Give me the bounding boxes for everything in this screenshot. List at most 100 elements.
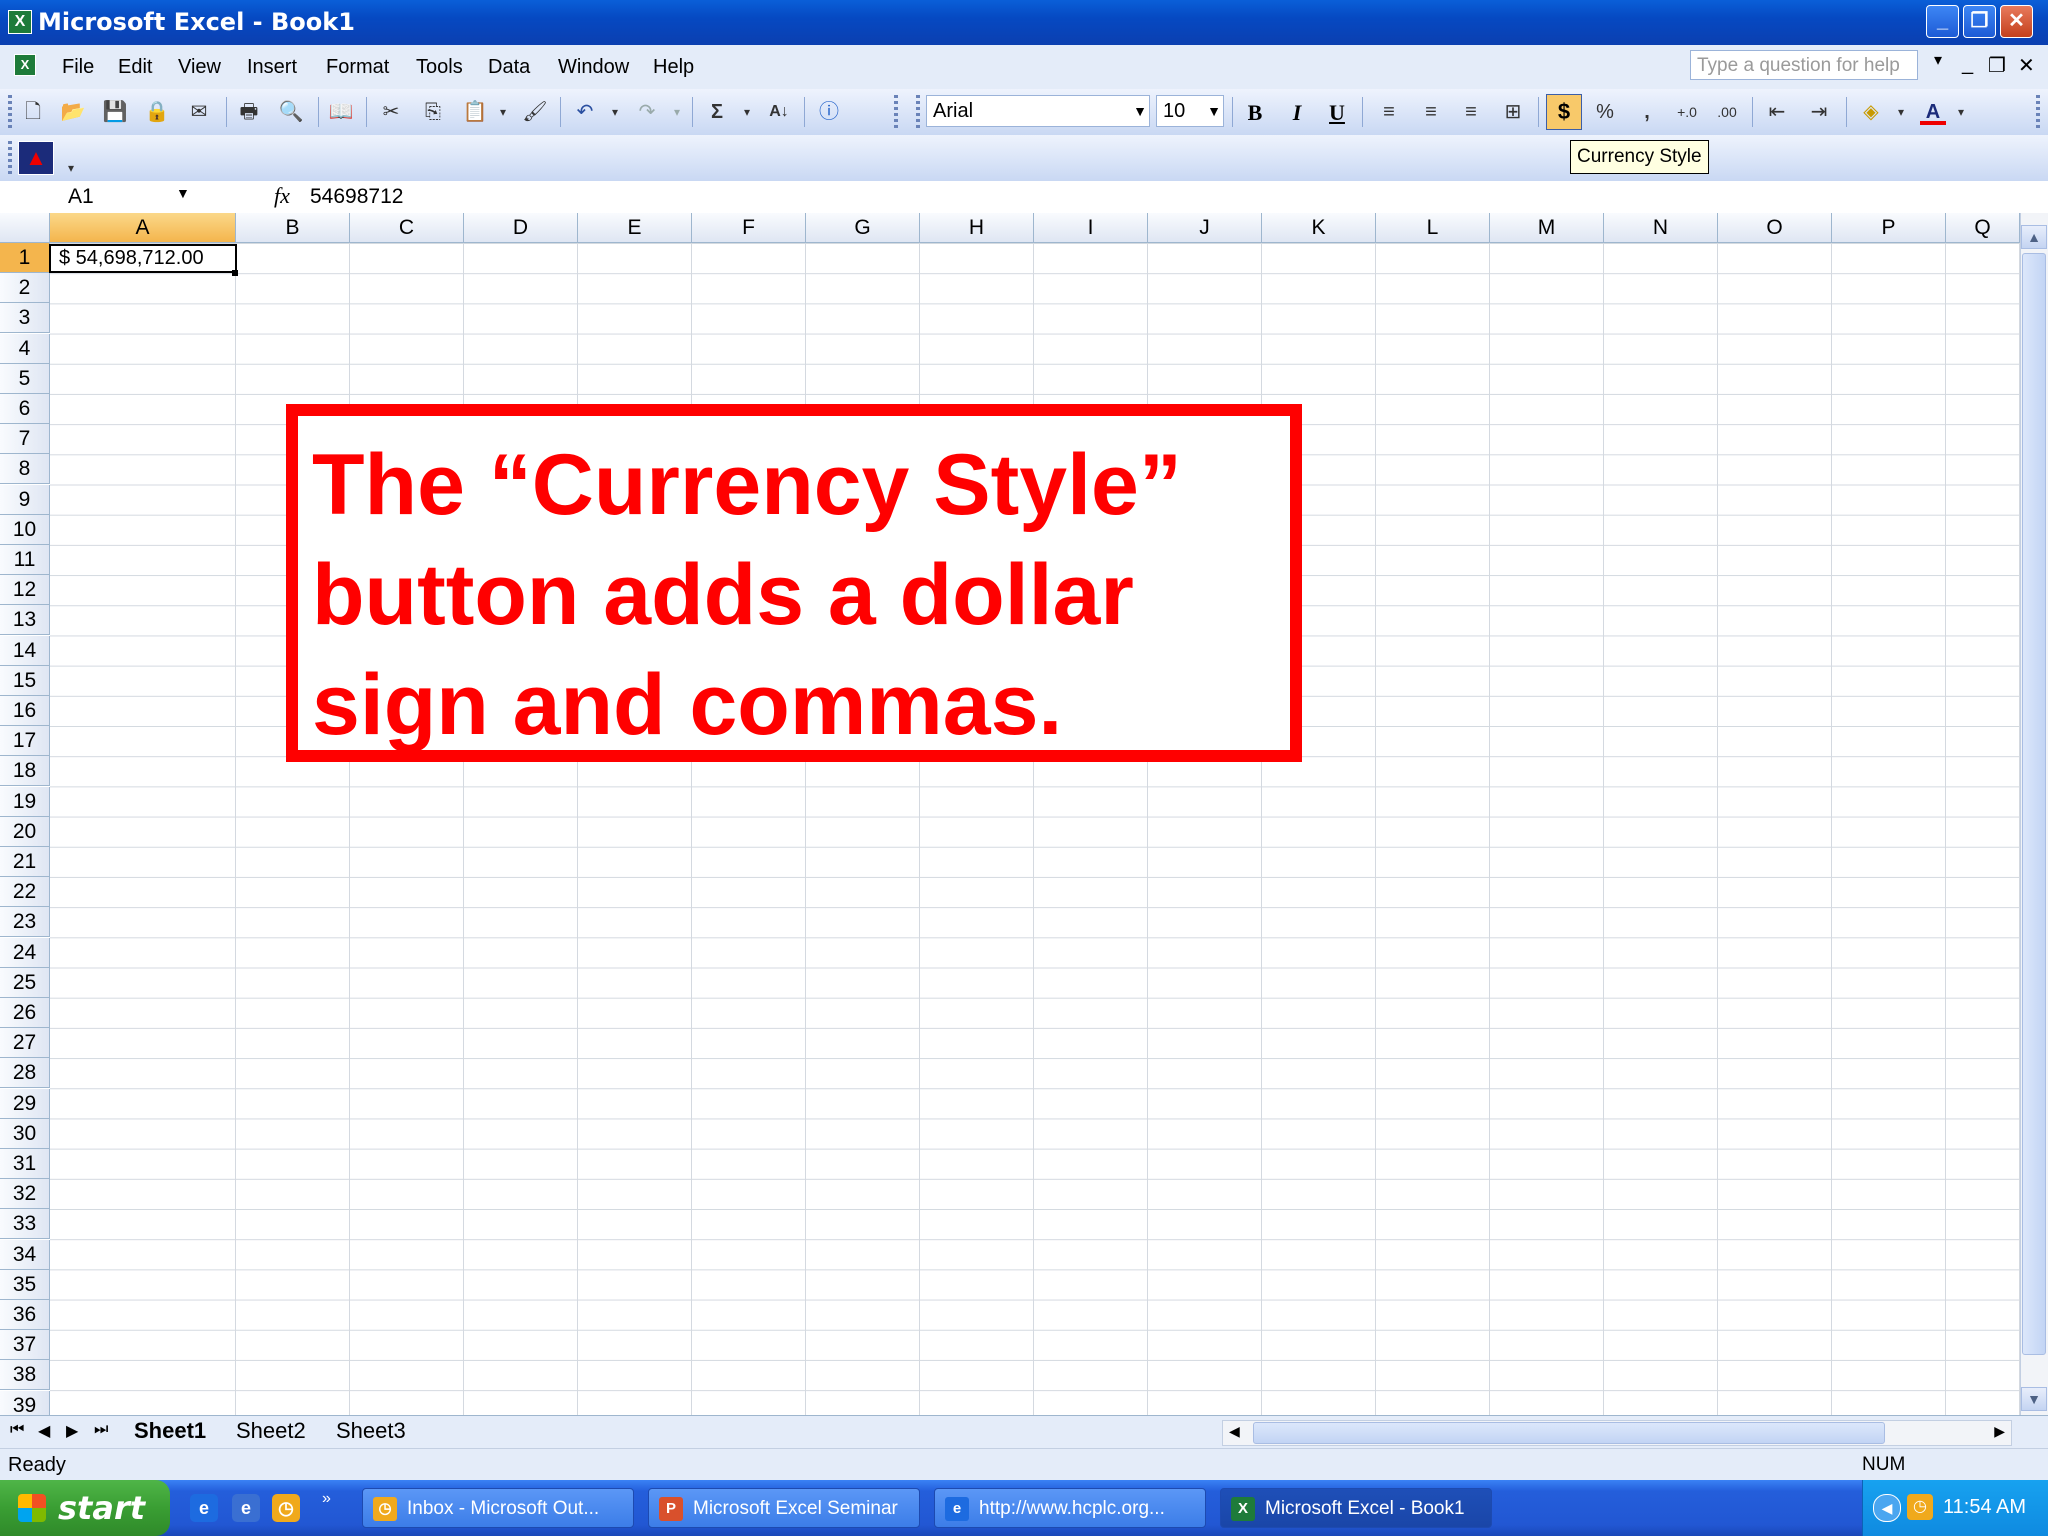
scroll-down-icon[interactable]: ▼ (2021, 1387, 2047, 1411)
row-header[interactable]: 9 (0, 484, 50, 515)
minimize-button[interactable]: _ (1926, 5, 1959, 38)
row-header[interactable]: 22 (0, 877, 50, 908)
next-sheet-icon[interactable]: ▶ (66, 1421, 78, 1441)
internet-explorer-icon[interactable]: e (190, 1494, 218, 1522)
excel-icon[interactable]: X (8, 10, 32, 34)
row-header[interactable]: 8 (0, 454, 50, 485)
menu-data[interactable]: Data (488, 56, 530, 79)
undo-dropdown-icon[interactable]: ▾ (602, 99, 628, 125)
increase-decimal-icon[interactable]: +.0 (1674, 99, 1700, 125)
row-header[interactable]: 11 (0, 545, 50, 575)
paste-icon[interactable]: 📋 (462, 99, 488, 125)
toolbar-options-icon[interactable] (2036, 95, 2040, 129)
autosum-dropdown-icon[interactable]: ▾ (734, 99, 760, 125)
row-header[interactable]: 12 (0, 575, 50, 606)
row-header[interactable]: 30 (0, 1118, 50, 1149)
new-icon[interactable]: 🗋 (20, 99, 46, 125)
name-box[interactable]: A1 (4, 183, 194, 211)
column-header[interactable]: M (1490, 213, 1604, 243)
row-header[interactable]: 26 (0, 998, 50, 1028)
menu-file[interactable]: File (62, 56, 94, 79)
menu-help[interactable]: Help (653, 56, 694, 79)
column-header[interactable]: A (50, 213, 236, 243)
column-header[interactable]: I (1034, 213, 1148, 243)
tab-sheet1[interactable]: Sheet1 (134, 1418, 206, 1444)
column-header[interactable]: L (1376, 213, 1490, 243)
column-header[interactable]: D (464, 213, 578, 243)
fill-color-dropdown-icon[interactable]: ▾ (1888, 99, 1914, 125)
browser-icon[interactable]: e (232, 1494, 260, 1522)
row-header[interactable]: 34 (0, 1239, 50, 1270)
column-header[interactable]: C (350, 213, 464, 243)
bold-button[interactable]: B (1240, 99, 1270, 127)
row-header[interactable]: 20 (0, 816, 50, 847)
format-painter-icon[interactable]: 🖌 (522, 99, 548, 125)
row-header[interactable]: 16 (0, 696, 50, 726)
row-header[interactable]: 37 (0, 1330, 50, 1361)
task-excel-seminar[interactable]: P Microsoft Excel Seminar (648, 1488, 920, 1528)
row-header[interactable]: 18 (0, 756, 50, 787)
column-header[interactable]: N (1604, 213, 1718, 243)
row-header[interactable]: 27 (0, 1028, 50, 1059)
help-icon[interactable]: ⓘ (816, 99, 842, 125)
scroll-up-icon[interactable]: ▲ (2021, 225, 2047, 249)
font-size-select[interactable]: 10 ▼ (1156, 95, 1224, 127)
task-excel-book1[interactable]: X Microsoft Excel - Book1 (1220, 1488, 1492, 1528)
font-name-select[interactable]: Arial ▼ (926, 95, 1150, 127)
name-box-dropdown-icon[interactable]: ▼ (176, 185, 190, 201)
reminder-icon[interactable]: ◷ (1907, 1494, 1933, 1520)
percent-style-button[interactable]: % (1592, 99, 1618, 125)
undo-icon[interactable]: ↶ (572, 99, 598, 125)
row-header[interactable]: 6 (0, 394, 50, 424)
row-header[interactable]: 7 (0, 424, 50, 455)
select-all-corner[interactable] (0, 213, 50, 243)
decrease-indent-icon[interactable]: ⇤ (1764, 99, 1790, 125)
workbook-restore-icon[interactable]: ❐ (1988, 53, 2006, 78)
row-header[interactable]: 17 (0, 726, 50, 757)
workbook-close-icon[interactable]: ✕ (2018, 53, 2035, 78)
menu-window[interactable]: Window (558, 56, 629, 79)
increase-indent-icon[interactable]: ⇥ (1806, 99, 1832, 125)
row-header[interactable]: 28 (0, 1058, 50, 1089)
research-icon[interactable]: 📖 (328, 99, 354, 125)
row-header[interactable]: 21 (0, 847, 50, 877)
workbook-minimize-icon[interactable]: _ (1962, 53, 1973, 76)
menu-format[interactable]: Format (326, 56, 389, 79)
row-header[interactable]: 5 (0, 363, 50, 394)
vertical-scroll-thumb[interactable] (2022, 253, 2046, 1355)
row-header[interactable]: 29 (0, 1088, 50, 1119)
row-header[interactable]: 31 (0, 1149, 50, 1179)
sort-ascending-icon[interactable]: A↓ (766, 99, 792, 125)
print-preview-icon[interactable]: 🔍 (278, 99, 304, 125)
menu-edit[interactable]: Edit (118, 56, 152, 79)
help-dropdown-icon[interactable]: ▾ (1934, 50, 1942, 70)
cell-a1[interactable]: $ 54,698,712.00 (49, 244, 237, 273)
row-header[interactable]: 19 (0, 786, 50, 817)
align-center-icon[interactable]: ≡ (1418, 99, 1444, 125)
row-header[interactable]: 32 (0, 1179, 50, 1210)
column-header[interactable]: O (1718, 213, 1832, 243)
paste-dropdown-icon[interactable]: ▾ (490, 99, 516, 125)
outlook-icon[interactable]: ◷ (272, 1494, 300, 1522)
row-header[interactable]: 2 (0, 273, 50, 304)
row-header[interactable]: 23 (0, 907, 50, 938)
insert-function-icon[interactable]: fx (274, 183, 290, 209)
prev-sheet-icon[interactable]: ◀ (38, 1421, 50, 1441)
scroll-right-icon[interactable]: ▶ (1994, 1423, 2005, 1440)
add-in-icon[interactable]: ▲ (18, 141, 54, 175)
row-header[interactable]: 35 (0, 1269, 50, 1300)
toolbar-options-icon[interactable] (894, 95, 898, 129)
horizontal-scrollbar[interactable]: ◀ ▶ (1222, 1420, 2012, 1446)
row-header[interactable]: 33 (0, 1209, 50, 1240)
column-header[interactable]: H (920, 213, 1034, 243)
toolbar-grip[interactable] (8, 95, 12, 129)
decrease-decimal-icon[interactable]: .00 (1714, 99, 1740, 125)
align-left-icon[interactable]: ≡ (1376, 99, 1402, 125)
row-header[interactable]: 15 (0, 665, 50, 696)
currency-style-button[interactable]: $ (1546, 94, 1582, 130)
align-right-icon[interactable]: ≡ (1458, 99, 1484, 125)
quick-launch-expand-icon[interactable]: » (322, 1490, 331, 1508)
close-button[interactable]: ✕ (2000, 5, 2033, 38)
save-icon[interactable]: 💾 (102, 99, 128, 125)
row-header[interactable]: 39 (0, 1390, 50, 1415)
